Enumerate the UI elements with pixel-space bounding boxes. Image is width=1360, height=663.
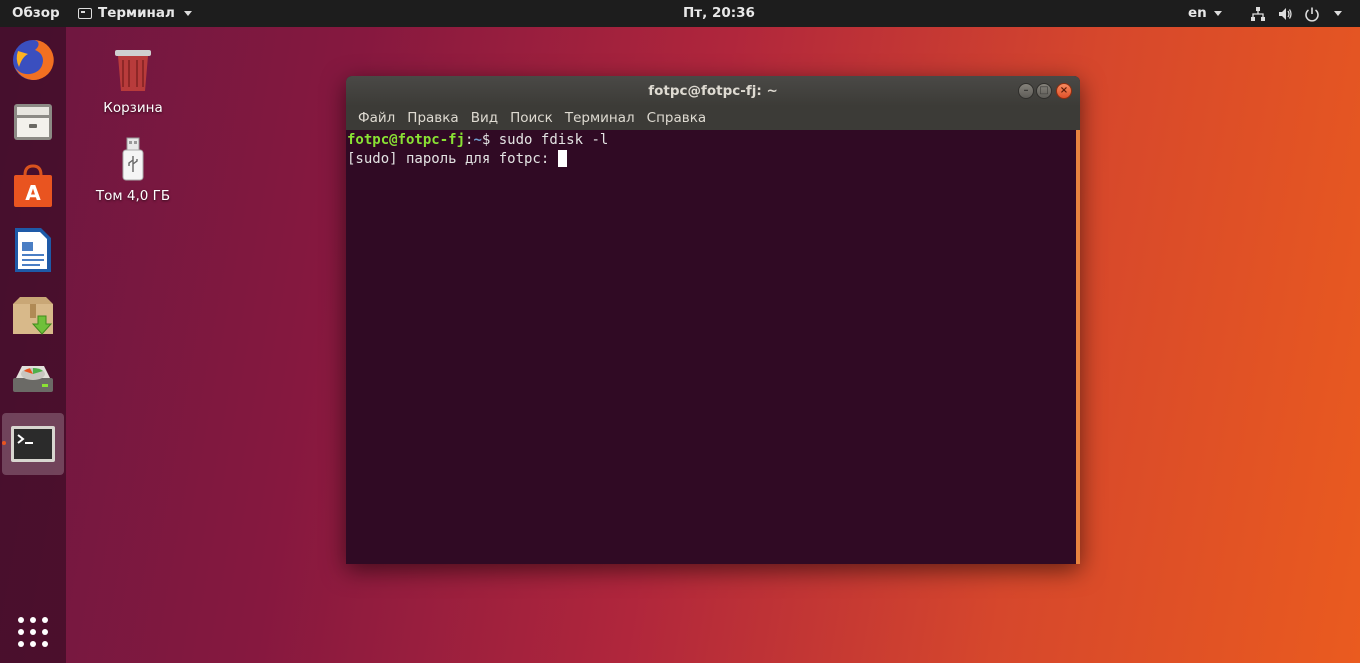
dock-item-files[interactable] <box>6 95 60 149</box>
dock: A <box>0 27 66 663</box>
window-title: fotpc@fotpc-fj: ~ <box>648 83 778 99</box>
dock-item-terminal[interactable] <box>2 413 64 475</box>
close-button[interactable]: × <box>1056 83 1072 99</box>
top-bar: Обзор Терминал Пт, 20:36 en <box>0 0 1360 27</box>
minimize-icon: – <box>1023 85 1029 96</box>
menu-view[interactable]: Вид <box>465 106 504 130</box>
chevron-down-icon <box>1334 11 1342 16</box>
show-applications-button[interactable] <box>6 605 60 659</box>
desktop-icon-label: Корзина <box>103 100 163 116</box>
menu-help[interactable]: Справка <box>641 106 712 130</box>
archive-box-icon <box>13 297 53 335</box>
terminal-line-sudo: [sudo] пароль для fotpc: <box>347 150 1075 169</box>
terminal-command: sudo fdisk -l <box>498 132 609 148</box>
firefox-icon <box>13 39 54 80</box>
prompt-path: ~ <box>473 132 482 148</box>
menu-edit[interactable]: Правка <box>401 106 464 130</box>
dock-item-disks[interactable] <box>6 353 60 407</box>
usb-drive-icon <box>122 137 144 181</box>
file-cabinet-icon <box>14 104 52 140</box>
trash-icon <box>115 50 151 91</box>
dock-item-firefox[interactable] <box>6 33 60 87</box>
network-icon <box>1251 6 1265 21</box>
clock[interactable]: Пт, 20:36 <box>683 0 755 27</box>
dock-item-writer[interactable] <box>6 223 60 277</box>
maximize-icon: □ <box>1039 85 1049 96</box>
power-icon <box>1305 7 1319 22</box>
menu-file[interactable]: Файл <box>352 106 401 130</box>
desktop-icon-label: Том 4,0 ГБ <box>95 188 171 204</box>
dock-item-archive-manager[interactable] <box>6 289 60 343</box>
disk-icon <box>13 366 53 392</box>
menu-bar: Файл Правка Вид Поиск Терминал Справка <box>346 106 1080 130</box>
document-icon <box>15 228 51 272</box>
scrollbar[interactable] <box>1076 130 1080 564</box>
chevron-down-icon <box>183 11 192 16</box>
terminal-icon <box>78 8 92 19</box>
terminal-icon <box>11 426 55 462</box>
text-cursor <box>557 150 567 167</box>
shopping-bag-icon: A <box>14 164 52 207</box>
minimize-button[interactable]: – <box>1018 83 1034 99</box>
language-label: en <box>1188 5 1207 21</box>
running-indicator <box>2 441 6 445</box>
terminal-line-command: fotpc@fotpc-fj:~$ sudo fdisk -l <box>347 131 1075 150</box>
app-grid-icon <box>18 617 48 647</box>
window-titlebar[interactable]: fotpc@fotpc-fj: ~ – □ × <box>346 76 1080 106</box>
language-indicator[interactable]: en <box>1188 0 1222 27</box>
desktop-icon-trash[interactable]: Корзина <box>88 44 178 116</box>
close-icon: × <box>1059 85 1069 96</box>
app-menu[interactable]: Терминал <box>78 0 192 27</box>
prompt-user-host: fotpc@fotpc-fj <box>347 132 466 148</box>
activities-button[interactable]: Обзор <box>12 0 60 27</box>
dock-item-software[interactable]: A <box>6 159 60 213</box>
menu-terminal[interactable]: Терминал <box>559 106 641 130</box>
svg-text:A: A <box>25 181 41 205</box>
menu-search[interactable]: Поиск <box>504 106 559 130</box>
sudo-password-prompt: [sudo] пароль для fotpc: <box>347 151 558 167</box>
prompt-symbol: $ <box>481 132 499 148</box>
terminal-window[interactable]: fotpc@fotpc-fj: ~ – □ × Файл Правка Вид … <box>346 76 1080 564</box>
volume-icon <box>1279 7 1292 20</box>
maximize-button[interactable]: □ <box>1036 83 1052 99</box>
desktop-icon-usb-volume[interactable]: Том 4,0 ГБ <box>88 136 178 204</box>
app-menu-label: Терминал <box>98 5 175 21</box>
chevron-down-icon <box>1213 11 1222 16</box>
system-menu[interactable] <box>1250 0 1342 27</box>
terminal-output[interactable]: fotpc@fotpc-fj:~$ sudo fdisk -l [sudo] п… <box>346 130 1076 564</box>
